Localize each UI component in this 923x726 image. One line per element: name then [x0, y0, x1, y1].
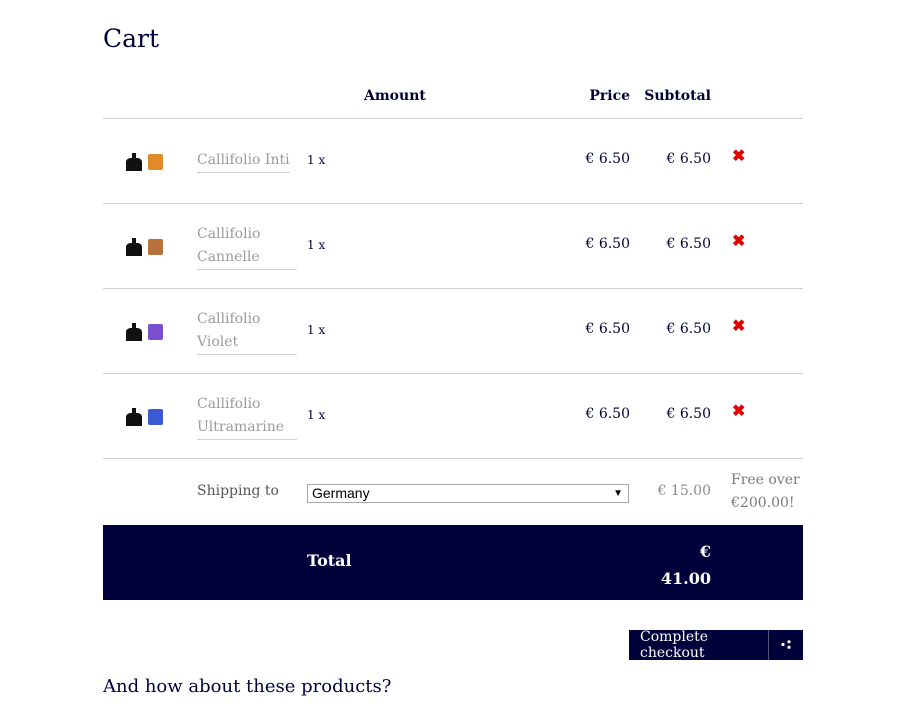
- price: € 6.50: [585, 236, 630, 252]
- cart-table: Amount Price Subtotal Callifolio Inti 1 …: [103, 82, 803, 600]
- table-row: Callifolio Violet 1 x € 6.50 € 6.50 ✖: [103, 289, 803, 374]
- product-link[interactable]: Callifolio Inti: [197, 119, 297, 203]
- suggestions-title: And how about these products?: [103, 676, 392, 697]
- product-link[interactable]: Callifolio Violet: [197, 289, 297, 373]
- ink-bottle-thumbnail: [126, 153, 163, 171]
- ink-bottle-thumbnail: [126, 238, 163, 256]
- quantity: 1 x: [307, 153, 326, 167]
- price-header: Price: [589, 88, 630, 104]
- ink-bottle-thumbnail: [126, 408, 163, 426]
- subtotal: € 6.50: [666, 406, 711, 422]
- product-link[interactable]: Callifolio Cannelle: [197, 204, 297, 288]
- total-label: Total: [307, 551, 352, 570]
- subtotal: € 6.50: [666, 151, 711, 167]
- dropdown-arrow-icon: ▼: [613, 488, 623, 499]
- complete-checkout-button[interactable]: Complete checkout: [629, 629, 803, 661]
- page-title: Cart: [103, 24, 160, 53]
- subtotal: € 6.50: [666, 236, 711, 252]
- remove-icon[interactable]: ✖: [732, 318, 746, 334]
- price: € 6.50: [585, 406, 630, 422]
- share-icon: [769, 639, 803, 652]
- table-row: Callifolio Cannelle 1 x € 6.50 € 6.50 ✖: [103, 204, 803, 289]
- table-row: Callifolio Inti 1 x € 6.50 € 6.50 ✖: [103, 119, 803, 204]
- remove-icon[interactable]: ✖: [732, 233, 746, 249]
- shipping-country-select[interactable]: Germany ▼: [307, 484, 629, 503]
- checkout-label: Complete checkout: [640, 629, 709, 661]
- ink-bottle-thumbnail: [126, 323, 163, 341]
- price: € 6.50: [585, 321, 630, 337]
- product-link[interactable]: Callifolio Ultramarine: [197, 374, 297, 458]
- amount-header: Amount: [364, 88, 426, 104]
- quantity: 1 x: [307, 408, 326, 422]
- quantity: 1 x: [307, 323, 326, 337]
- free-shipping-note: Free over €200.00!: [731, 472, 800, 511]
- subtotal-header: Subtotal: [644, 88, 711, 104]
- shipping-cost: € 15.00: [657, 483, 711, 499]
- total-row: Total € 41.00: [103, 525, 803, 600]
- remove-icon[interactable]: ✖: [732, 403, 746, 419]
- total-value: € 41.00: [660, 542, 711, 588]
- shipping-label: Shipping to: [197, 483, 279, 499]
- price: € 6.50: [585, 151, 630, 167]
- table-row: Callifolio Ultramarine 1 x € 6.50 € 6.50…: [103, 374, 803, 459]
- shipping-country-value: Germany: [312, 485, 370, 501]
- table-header: Amount Price Subtotal: [103, 82, 803, 119]
- shipping-row: Shipping to Germany ▼ € 15.00 Free over …: [103, 459, 803, 525]
- remove-icon[interactable]: ✖: [732, 148, 746, 164]
- subtotal: € 6.50: [666, 321, 711, 337]
- quantity: 1 x: [307, 238, 326, 252]
